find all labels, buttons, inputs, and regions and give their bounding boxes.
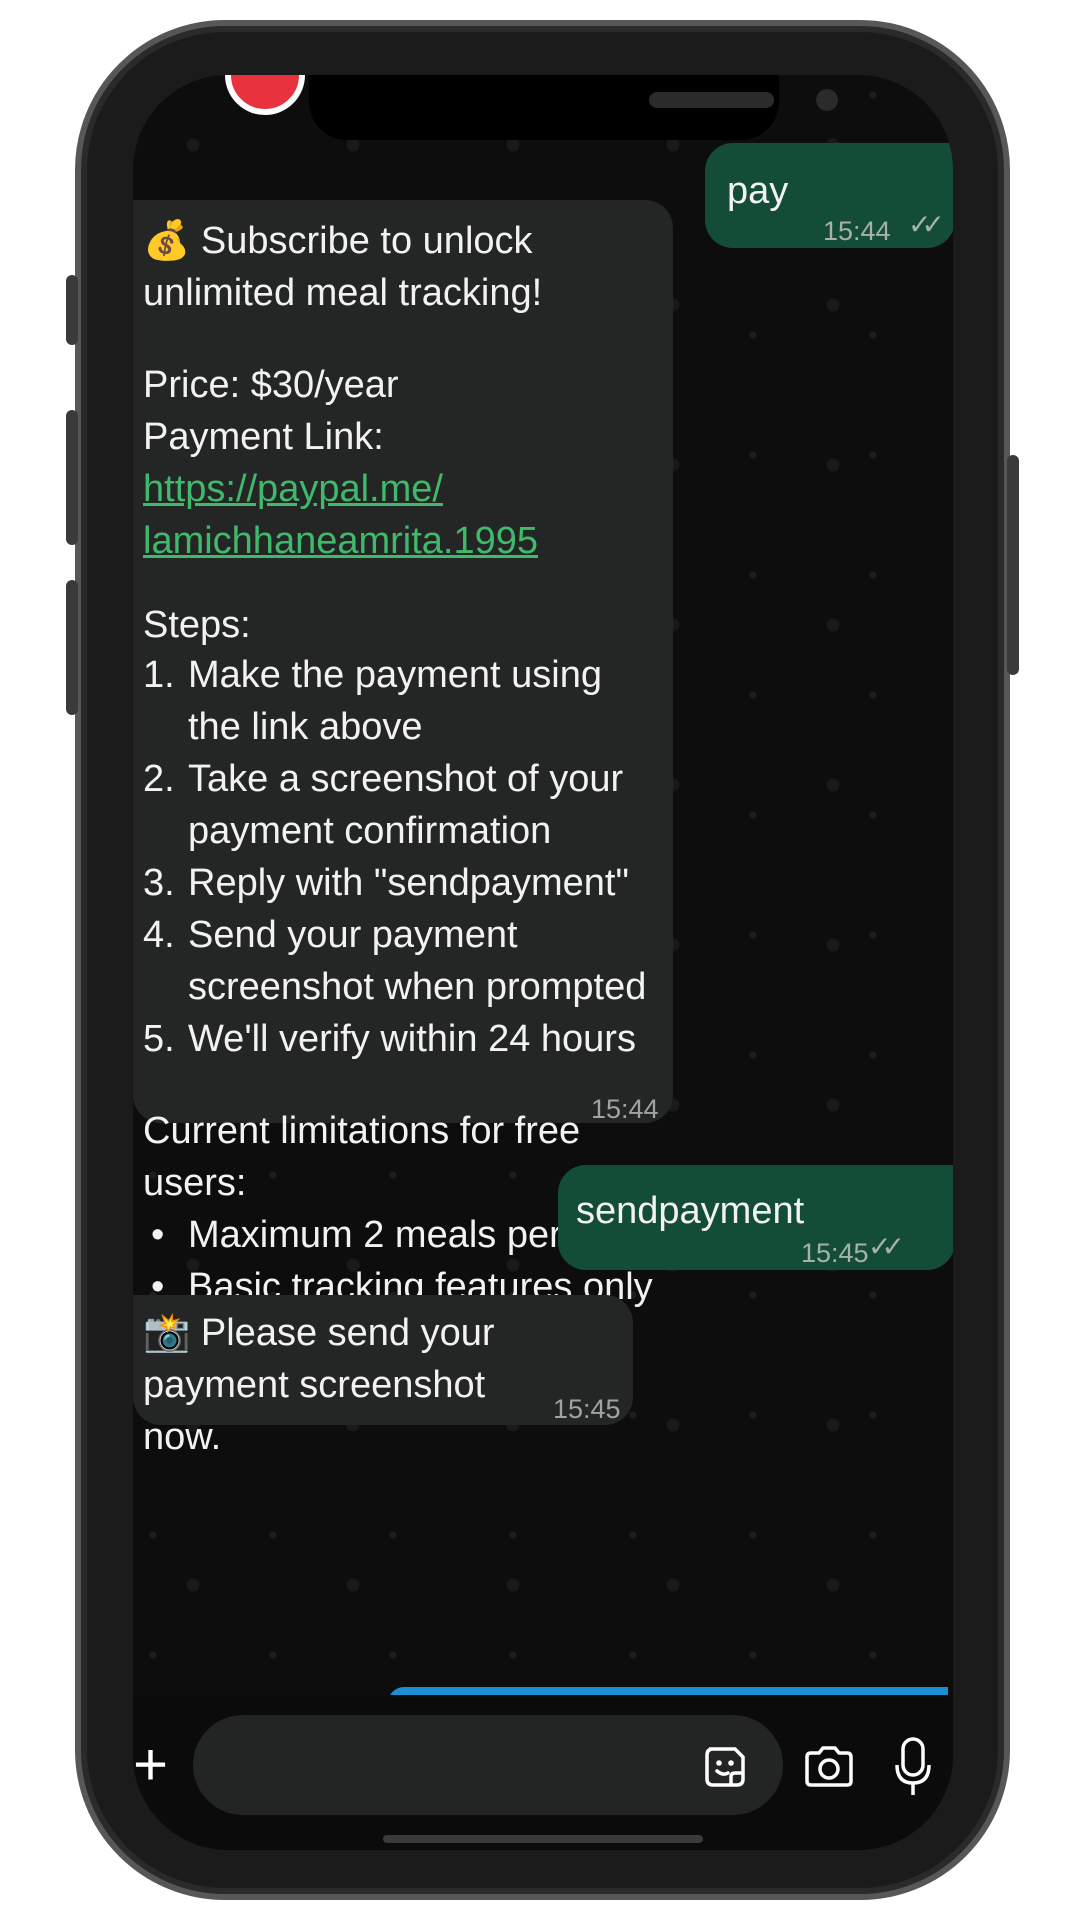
list-item: 2. Take a screenshot of your payment conf… — [143, 758, 624, 852]
message-text: sendpayment — [576, 1190, 805, 1232]
list-item: 1. Make the payment using the link above — [143, 654, 603, 748]
volume-up-button — [66, 410, 78, 545]
message-outgoing[interactable]: sendpayment 15:45 ✓✓ — [558, 1165, 953, 1270]
message-outgoing[interactable]: pay 15:44 ✓✓ — [705, 143, 953, 248]
message-text: 📸 Please send your payment screenshot no… — [143, 1312, 495, 1458]
message-time: 15:45 — [801, 1238, 869, 1268]
money-bag-icon: 💰 — [143, 220, 191, 262]
plus-icon[interactable]: + — [133, 1735, 168, 1795]
message-incoming[interactable]: 💰 Subscribe to unlock unlimited meal tra… — [133, 200, 673, 1308]
message-text: pay — [727, 170, 789, 212]
camera-flash-icon: 📸 — [143, 1312, 191, 1354]
power-button — [1007, 455, 1019, 675]
list-item: 3. Reply with "sendpayment" — [143, 862, 629, 904]
read-receipt-icon: ✓✓ — [908, 209, 945, 240]
payment-link-continued[interactable]: lamichhaneamrita.1995 — [143, 520, 538, 562]
speaker — [649, 92, 774, 108]
message-intro: 💰 Subscribe to unlock unlimited meal tra… — [143, 220, 543, 314]
steps-title: Steps: — [143, 604, 251, 646]
home-indicator — [383, 1835, 703, 1843]
message-time: 15:44 — [823, 216, 891, 246]
price-text: Price: $30/year — [143, 364, 399, 406]
mute-switch — [66, 275, 78, 345]
message-input[interactable] — [193, 1715, 783, 1815]
sticker-icon[interactable] — [701, 1743, 749, 1791]
phone-screen: pay 15:44 ✓✓ 💰 Subscribe to unlock unlim… — [133, 75, 953, 1850]
message-time: 15:45 — [553, 1394, 621, 1424]
steps-list: 1. Make the payment using the link above … — [143, 649, 663, 1065]
message-incoming[interactable]: 📸 Please send your payment screenshot no… — [133, 1295, 633, 1458]
volume-down-button — [66, 580, 78, 715]
payment-link[interactable]: https://paypal.me/ — [143, 468, 443, 510]
list-item: 4. Send your payment screenshot when prom… — [143, 914, 647, 1008]
list-item: 5. We'll verify within 24 hours — [143, 1018, 636, 1060]
message-time: 15:44 — [591, 1094, 659, 1124]
front-camera — [816, 89, 838, 111]
camera-icon[interactable] — [801, 1743, 857, 1791]
read-receipt-icon: ✓✓ — [868, 1231, 905, 1262]
mic-icon[interactable] — [893, 1735, 933, 1799]
payment-link-line: Payment Link: https://paypal.me/ — [143, 416, 443, 510]
notch — [309, 75, 838, 140]
